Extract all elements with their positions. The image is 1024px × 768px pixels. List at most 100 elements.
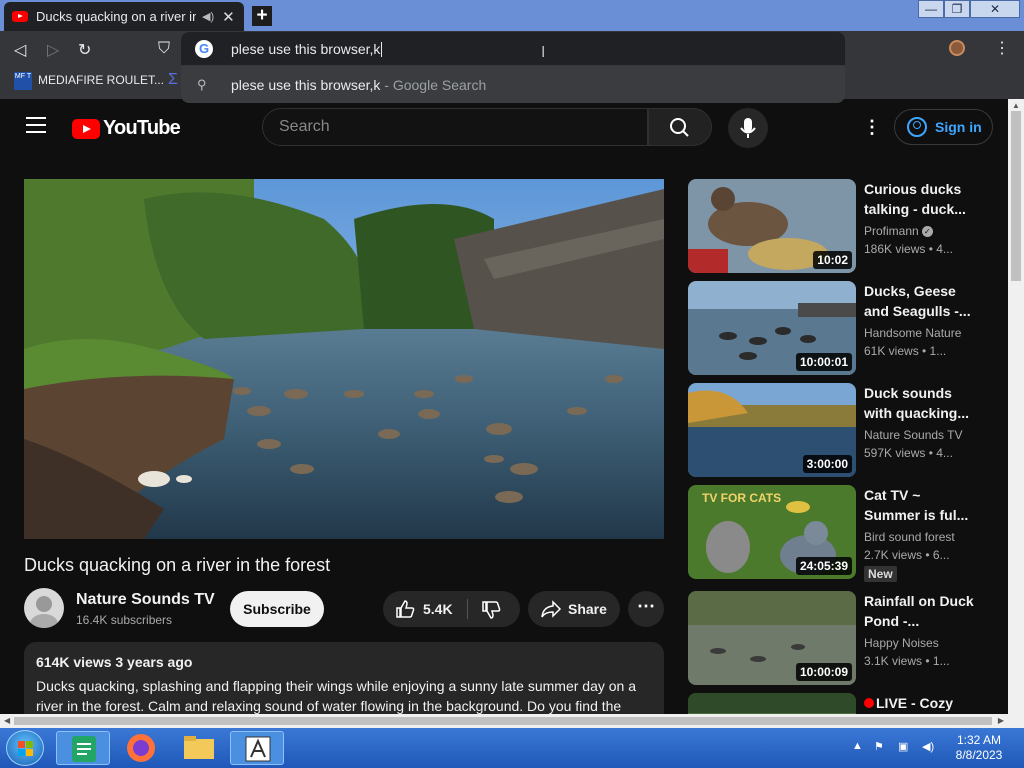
settings-dots-icon[interactable]: ⋮	[863, 117, 881, 138]
mediafire-icon: MF T	[14, 72, 32, 90]
account-icon	[907, 117, 927, 137]
thumbnail[interactable]: TV FOR CATS 24:05:39	[688, 485, 856, 579]
browser-tab-active[interactable]: Ducks quacking on a river in the forest …	[4, 2, 244, 31]
scrollbar-thumb[interactable]	[14, 717, 992, 725]
video-player[interactable]	[24, 179, 664, 539]
vertical-scrollbar[interactable]: ▲	[1008, 99, 1024, 714]
thumbnail[interactable]: 10:00:09	[688, 591, 856, 685]
verified-icon: ✓	[921, 226, 933, 238]
description-box[interactable]: 614K views 3 years ago Ducks quacking, s…	[24, 642, 664, 714]
recommendation-item[interactable]: 10:02 Curious ducks talking - duck... Pr…	[688, 179, 988, 273]
bookmark-icon[interactable]: ⛉	[158, 40, 170, 58]
recommendation-channel[interactable]: Happy Noises	[864, 636, 939, 650]
new-tab-button[interactable]: +	[252, 6, 272, 26]
speaker-icon[interactable]: ◀)	[202, 10, 214, 23]
horizontal-scrollbar[interactable]: ◀ ▶	[0, 714, 1008, 728]
thumbnail[interactable]: 10:00:01	[688, 281, 856, 375]
clock-date: 8/8/2023	[955, 748, 1003, 762]
sign-in-button[interactable]: Sign in	[894, 109, 993, 145]
share-label: Share	[568, 601, 607, 617]
taskbar-clock[interactable]: 1:32 AM 8/8/2023	[944, 733, 1014, 763]
suggestion-text: plese use this browser,k	[231, 76, 381, 93]
menu-icon[interactable]	[26, 117, 46, 138]
thumbnail-text: TV FOR CATS	[702, 491, 782, 505]
channel-avatar[interactable]	[24, 588, 64, 628]
youtube-logo[interactable]: YouTube	[72, 117, 181, 140]
bookmark-icon-2[interactable]: Σ	[168, 71, 178, 89]
taskbar-app-active-window[interactable]	[230, 731, 284, 765]
scrollbar-corner	[1008, 714, 1024, 728]
forward-icon[interactable]: ▷	[47, 40, 59, 60]
tab-title: Ducks quacking on a river in the forest	[36, 9, 196, 24]
recommendation-views: 3.1K views • 1...	[864, 654, 950, 668]
scrollbar-thumb[interactable]	[1011, 111, 1021, 281]
text-cursor-icon: I	[541, 44, 546, 61]
address-bar[interactable]: G plese use this browser,k	[181, 32, 845, 66]
more-actions-button[interactable]: ⋯	[628, 591, 664, 627]
taskbar-app-firefox[interactable]	[114, 731, 168, 765]
browser-tab-bar: Ducks quacking on a river in the forest …	[0, 0, 1024, 31]
scroll-right-icon[interactable]: ▶	[998, 716, 1004, 725]
back-icon[interactable]: ◁	[14, 40, 26, 60]
network-icon[interactable]: ▣	[898, 740, 908, 753]
recommendation-item[interactable]: TV FOR CATS 24:05:39 Cat TV ~ Summer is …	[688, 485, 988, 582]
recommendation-item[interactable]: LIVE - Cozy	[688, 693, 988, 714]
thumbnail[interactable]: 3:00:00	[688, 383, 856, 477]
video-duration: 3:00:00	[802, 455, 852, 473]
description-text: Ducks quacking, splashing and flapping t…	[36, 678, 637, 714]
voice-search-button[interactable]	[728, 108, 768, 148]
recommendation-views: 597K views • 4...	[864, 446, 953, 460]
video-duration: 10:02	[813, 251, 852, 269]
youtube-favicon-icon	[12, 11, 28, 22]
close-window-button[interactable]: ✕	[970, 0, 1020, 18]
recommendation-item[interactable]: 10:00:01 Ducks, Geese and Seagulls -... …	[688, 281, 988, 375]
thumbnail[interactable]	[688, 693, 856, 714]
channel-name[interactable]: Nature Sounds TV	[76, 591, 215, 609]
search-input[interactable]: Search	[262, 108, 648, 146]
bookmark-mediafire[interactable]: MEDIAFIRE ROULET...	[38, 73, 164, 87]
recommendation-channel[interactable]: Profimann ✓	[864, 224, 933, 238]
recommendation-item[interactable]: 10:00:09 Rainfall on Duck Pond -... Happ…	[688, 591, 988, 685]
address-bar-text[interactable]: plese use this browser,k	[231, 41, 383, 58]
taskbar-app-sheets[interactable]	[56, 731, 110, 765]
suggestion-suffix: - Google Search	[380, 76, 487, 93]
action-center-flag-icon[interactable]: ⚑	[874, 740, 884, 753]
tab-close-icon[interactable]: ✕	[222, 8, 235, 26]
recommendation-item[interactable]: 3:00:00 Duck sounds with quacking... Nat…	[688, 383, 988, 477]
dislike-icon[interactable]	[481, 600, 501, 620]
like-count[interactable]: 5.4K	[423, 601, 453, 617]
minimize-button[interactable]: —	[918, 0, 944, 18]
video-frame-ducks-river	[24, 179, 664, 539]
share-button[interactable]: Share	[528, 591, 620, 627]
recommendation-views: 61K views • 1...	[864, 344, 947, 358]
recommendation-title[interactable]: Rainfall on Duck Pond -...	[864, 591, 974, 631]
browser-menu-icon[interactable]: ⋮	[994, 38, 1010, 58]
omnibox-suggestion[interactable]: ⚲ plese use this browser,k - Google Sear…	[181, 66, 845, 103]
like-icon[interactable]	[395, 599, 415, 619]
start-button[interactable]	[6, 730, 44, 766]
recommendation-title[interactable]: Ducks, Geese and Seagulls -...	[864, 281, 974, 321]
profile-avatar[interactable]	[949, 40, 965, 56]
volume-icon[interactable]: ◀)	[922, 740, 934, 753]
recommendation-title[interactable]: Cat TV ~ Summer is ful...	[864, 485, 974, 525]
channel-avatar-image	[30, 596, 58, 628]
app-window-icon	[245, 736, 271, 762]
reload-icon[interactable]: ↻	[78, 40, 91, 60]
maximize-button[interactable]: ❐	[944, 0, 970, 18]
scroll-up-icon[interactable]: ▲	[1012, 101, 1020, 110]
recommendation-title[interactable]: Curious ducks talking - duck...	[864, 179, 974, 219]
recommendation-title[interactable]: LIVE - Cozy	[864, 693, 974, 713]
thumbnail[interactable]: 10:02	[688, 179, 856, 273]
recommendation-channel[interactable]: Nature Sounds TV	[864, 428, 963, 442]
recommendation-channel[interactable]: Bird sound forest	[864, 530, 955, 544]
subscribe-button[interactable]: Subscribe	[230, 591, 324, 627]
youtube-logo-text: YouTube	[103, 117, 181, 139]
search-icon	[670, 118, 689, 137]
firefox-icon	[127, 734, 155, 762]
recommendation-title[interactable]: Duck sounds with quacking...	[864, 383, 974, 423]
search-button[interactable]	[648, 108, 712, 146]
taskbar-app-explorer[interactable]	[172, 731, 226, 765]
scroll-left-icon[interactable]: ◀	[4, 716, 10, 725]
tray-expand-icon[interactable]: ▲	[852, 740, 863, 752]
recommendation-channel[interactable]: Handsome Nature	[864, 326, 961, 340]
